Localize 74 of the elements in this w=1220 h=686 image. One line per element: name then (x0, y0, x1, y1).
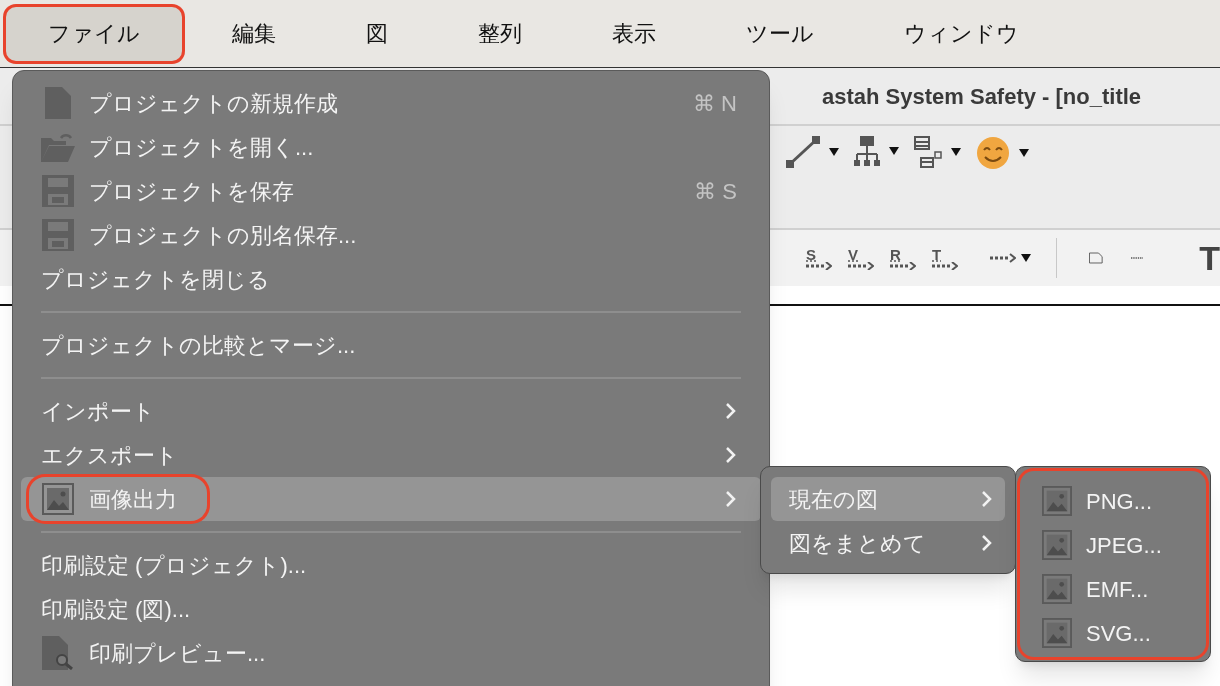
connector-label[interactable]: V (848, 246, 858, 262)
picture-icon (1042, 486, 1072, 516)
smiley-icon[interactable] (976, 136, 1010, 170)
connector-label[interactable]: S (806, 246, 816, 262)
menu-item-label: プロジェクトの別名保存... (89, 221, 357, 250)
menu-bar-item[interactable]: ウィンドウ (864, 6, 1059, 61)
menu-item-label: プロジェクトの新規作成 (89, 89, 338, 118)
menu-item[interactable]: プロジェクトの別名保存... (21, 213, 761, 257)
menu-item-label: 印刷プレビュー... (89, 639, 266, 668)
menu-bar-item[interactable]: ファイル (6, 6, 182, 61)
hierarchy-icon[interactable] (854, 136, 880, 166)
menu-item[interactable]: JPEG... (1020, 523, 1206, 567)
picture-icon (1042, 574, 1072, 604)
menu-item[interactable]: プロジェクトを開く... (21, 125, 761, 169)
document-icon (45, 87, 71, 119)
menu-item[interactable]: インポート (21, 389, 761, 433)
menu-item[interactable]: 印刷設定 (図)... (21, 587, 761, 631)
shortcut-label: ⌘ S (694, 177, 737, 206)
caret-icon[interactable] (1020, 253, 1032, 263)
picture-icon (1042, 618, 1072, 648)
menu-item-label: PNG... (1086, 487, 1152, 516)
menu-bar-item[interactable]: 表示 (572, 6, 696, 61)
menu-item[interactable]: 画像出力 (21, 477, 761, 521)
menu-item[interactable]: プロジェクトの新規作成 ⌘ N (21, 81, 761, 125)
menu-item-label: エクスポート (41, 441, 178, 470)
menu-item-label: EMF... (1086, 575, 1149, 604)
menu-item-label: プロジェクトを開く... (89, 133, 314, 162)
menu-item[interactable]: 現在の図 (771, 477, 1005, 521)
menu-bar-item[interactable]: 整列 (438, 6, 562, 61)
connector-label[interactable]: R (890, 246, 901, 262)
dotted-arrow-icon[interactable] (806, 261, 832, 270)
shortcut-label: ⌘ N (693, 89, 737, 118)
menu-item[interactable]: SVG... (1020, 611, 1206, 655)
menu-item-label: 図をまとめて (789, 529, 927, 558)
picture-icon (42, 483, 74, 515)
menu-item-label: 印刷設定 (プロジェクト)... (41, 551, 307, 580)
caret-icon[interactable] (1018, 148, 1030, 158)
menu-item-label: プロジェクトを保存 (89, 177, 294, 206)
menu-item[interactable]: 印刷設定 (プロジェクト)... (21, 543, 761, 587)
dotted-arrow-icon[interactable] (990, 253, 1016, 263)
connector-line-icon[interactable] (786, 136, 820, 168)
text-tool-button[interactable]: T (1199, 241, 1220, 275)
menu-item[interactable]: 印刷プレビュー... (21, 631, 761, 675)
menu-bar-item[interactable]: 図 (326, 6, 428, 61)
menu-item[interactable]: プロジェクトを保存 ⌘ S (21, 169, 761, 213)
dotted-line-icon[interactable] (1130, 255, 1144, 261)
caret-icon[interactable] (888, 146, 900, 156)
menu-item[interactable]: エクスポート (21, 433, 761, 477)
menu-bar-item[interactable]: ツール (706, 6, 854, 61)
menu-item[interactable]: プロジェクトの比較とマージ... (21, 323, 761, 367)
picture-icon (1042, 530, 1072, 560)
menu-item[interactable]: プロジェクトを閉じる (21, 257, 761, 301)
dotted-arrow-icon[interactable] (890, 261, 916, 270)
folder-icon (41, 132, 75, 162)
caret-icon[interactable] (828, 147, 840, 157)
menu-item[interactable]: 図をまとめて (771, 521, 1005, 565)
menu-item-label: 画像出力 (89, 485, 177, 514)
menu-item[interactable]: PNG... (1020, 479, 1206, 523)
document-magnifier-icon (42, 636, 74, 670)
menu-item[interactable]: EMF... (1020, 567, 1206, 611)
dotted-arrow-icon[interactable] (932, 261, 958, 270)
menu-item-label: インポート (41, 397, 155, 426)
menu-bar-item[interactable]: 編集 (192, 6, 316, 61)
menu-item-label: JPEG... (1086, 531, 1162, 560)
menu-item-label: 印刷設定 (図)... (41, 595, 191, 624)
menu-item-label: SVG... (1086, 619, 1151, 648)
menu-item-label: プロジェクトを閉じる (41, 265, 270, 294)
dotted-arrow-icon[interactable] (848, 261, 874, 270)
caret-icon[interactable] (950, 147, 962, 157)
menu-item-label: 現在の図 (789, 485, 879, 514)
window-title: astah System Safety - [no_title (822, 82, 1142, 111)
list-layout-icon[interactable] (914, 136, 942, 168)
menu-item-label: プロジェクトの比較とマージ... (41, 331, 356, 360)
connector-label[interactable]: T (932, 246, 942, 262)
